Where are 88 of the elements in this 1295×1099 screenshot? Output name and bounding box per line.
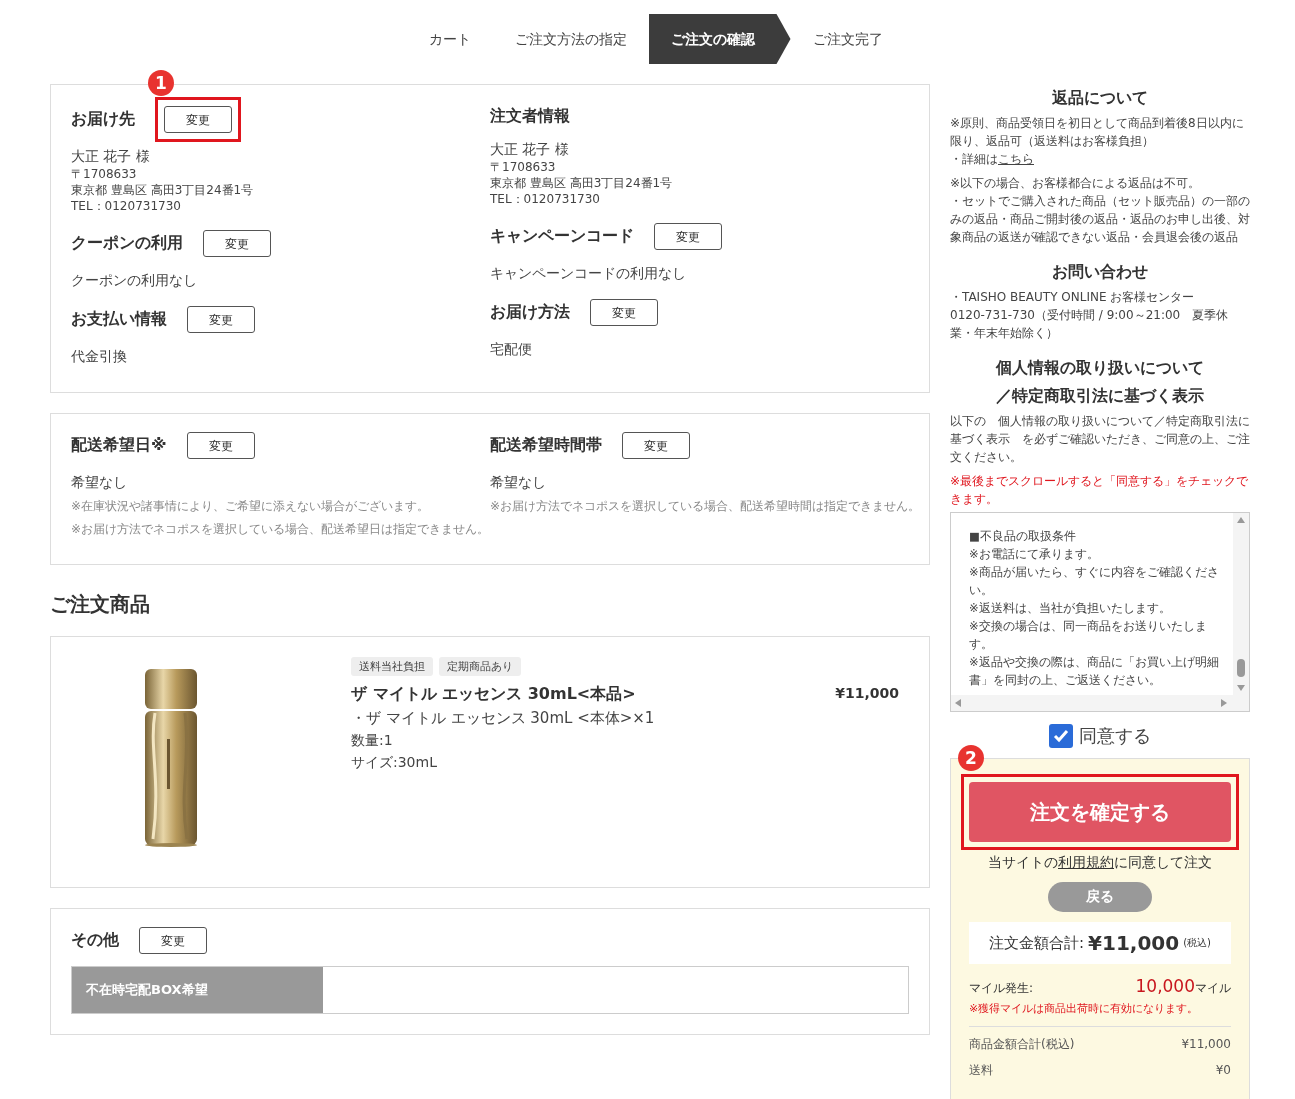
- info-text: 以下の 個人情報の取り扱いについて／特定商取引法に基づく表示 を必ずご確認いただき、ご同意の上、ご注文ください。: [950, 413, 1250, 466]
- change-button[interactable]: 変更: [164, 106, 232, 133]
- section-title: その他: [71, 930, 119, 951]
- terms-scroll-box[interactable]: ■不良品の取扱条件 ※お電話にて承ります。 ※商品が届いたら、すぐに内容をご確認ください。 ※返送料は、当社が負担いたします。 ※交換の場合は、同一商品をお送りいたします。 ※返品や交換の際は、商品に「お買い上げ明細書」を同封の上、ご返送ください。: [950, 512, 1250, 712]
- info-text: 大正 花子 様: [71, 148, 151, 166]
- section-heading: 個人情報の取り扱いについて: [994, 357, 1205, 379]
- section-heading: 返品について: [1051, 87, 1149, 109]
- section-title: お届け方法: [490, 301, 570, 323]
- section-heading: ／特定商取引法に基づく表示: [995, 385, 1205, 407]
- terms-link[interactable]: 利用規約: [1058, 854, 1114, 870]
- info-text: 0120-731-730（受付時間 / 9:00～21:00 夏季休業・年末年始除く）: [950, 307, 1230, 342]
- section-title: お届け先: [71, 109, 135, 130]
- step-tab[interactable]: ご注文の確認: [648, 14, 791, 64]
- info-text: ※以下の場合、お客様都合による返品は不可。: [950, 175, 1202, 192]
- change-button[interactable]: 変更: [622, 431, 690, 459]
- info-text: 希望なし: [490, 474, 547, 492]
- terms-text: ※返品や交換の際は、商品に「お買い上げ明細書」を同封の上、ご返送ください。: [969, 654, 1220, 689]
- info-text: 宅配便: [490, 341, 533, 359]
- change-button[interactable]: 変更: [187, 305, 255, 333]
- info-text: 〒1708633: [490, 159, 557, 175]
- info-text: ・セットでご購入された商品（セット販売品）の一部のみの返品・商品ご開封後の返品・返品のお申し出後、対象商品の返送が確認できない返品・会員退会後の返品: [950, 193, 1250, 246]
- product-detail: ・ザ マイトル エッセンス 30mL <本体>×1: [351, 709, 655, 728]
- change-button[interactable]: 変更: [203, 229, 271, 257]
- terms-text: に同意して注文: [1114, 854, 1212, 870]
- section-title: 配送希望日※: [71, 434, 167, 456]
- info-text: TEL：0120731730: [490, 191, 601, 207]
- terms-text: ※返送料は、当社が負担いたします。: [969, 600, 1172, 617]
- change-button[interactable]: 変更: [590, 298, 658, 326]
- terms-text: ※交換の場合は、同一商品をお送りいたします。: [969, 618, 1208, 653]
- product-price: ¥11,000: [835, 685, 899, 701]
- info-text: 東京都 豊島区 高田3丁目24番1号: [490, 175, 674, 191]
- summary-value: ¥11,000: [1181, 1036, 1231, 1053]
- product-tag: 定期商品あり: [439, 657, 521, 676]
- info-text: 東京都 豊島区 高田3丁目24番1号: [71, 182, 255, 198]
- terms-text: 当サイトの: [988, 854, 1058, 870]
- total-label: 注文金額合計:: [989, 933, 1085, 953]
- warning-text: ※最後までスクロールすると「同意する」をチェックできます。: [950, 473, 1250, 508]
- section-title: キャンペーンコード: [490, 225, 634, 247]
- miles-amount: 10,000: [1135, 976, 1195, 996]
- product-quantity: 数量:1: [351, 732, 394, 750]
- info-text: TEL：0120731730: [71, 198, 182, 214]
- product-tag: 送料当社負担: [351, 657, 433, 676]
- terms-text: ※お電話にて承ります。: [969, 546, 1100, 563]
- section-heading: ご注文商品: [50, 591, 151, 618]
- step-marker: 1: [148, 70, 174, 96]
- step-tab[interactable]: カート: [406, 14, 493, 64]
- change-button[interactable]: 変更: [654, 222, 722, 250]
- check-icon: [1052, 727, 1070, 745]
- summary-label: 商品金額合計(税込): [969, 1036, 1075, 1053]
- confirm-order-button[interactable]: 注文を確定する: [969, 782, 1231, 842]
- miles-note: ※獲得マイルは商品出荷時に有効になります。: [969, 1001, 1200, 1016]
- note-text: ※お届け方法でネコポスを選択している場合、配送希望時間は指定できません。: [490, 498, 921, 515]
- change-button[interactable]: 変更: [139, 927, 207, 954]
- info-text: 希望なし: [71, 474, 128, 492]
- info-text: ※原則、商品受領日を初日として商品到着後8日以内に限り、返品可（返送料はお客様負担）: [950, 115, 1245, 150]
- info-text: キャンペーンコードの利用なし: [490, 265, 687, 283]
- tax-note: (税込): [1183, 936, 1211, 950]
- product-size: サイズ:30mL: [351, 754, 438, 772]
- checkbox-label: 同意する: [1079, 727, 1151, 745]
- section-heading: お問い合わせ: [1051, 261, 1149, 283]
- info-text: ・TAISHO BEAUTY ONLINE お客様センター: [950, 289, 1196, 306]
- note-text: ※在庫状況や諸事情により、ご希望に添えない場合がございます。: [71, 498, 431, 515]
- note-text: ※お届け方法でネコポスを選択している場合、配送希望日は指定できません。: [71, 521, 490, 538]
- info-text: 代金引換: [71, 348, 128, 366]
- section-title: 注文者情報: [490, 105, 570, 127]
- info-text: ・詳細は: [950, 152, 998, 166]
- details-link[interactable]: こちら: [998, 152, 1034, 166]
- info-text: クーポンの利用なし: [71, 272, 198, 290]
- total-amount: ¥11,000: [1088, 931, 1180, 955]
- section-title: クーポンの利用: [71, 232, 183, 254]
- summary-value: ¥0: [1215, 1062, 1231, 1079]
- terms-text: ■不良品の取扱条件: [969, 528, 1077, 545]
- product-name: ザ マイトル エッセンス 30mL<本品>: [351, 684, 637, 705]
- info-text: 大正 花子 様: [490, 141, 570, 159]
- section-title: 配送希望時間帯: [490, 434, 602, 456]
- horizontal-scrollbar[interactable]: [951, 695, 1249, 711]
- info-text: 〒1708633: [71, 166, 138, 182]
- step-tab[interactable]: ご注文完了: [790, 14, 905, 64]
- vertical-scrollbar[interactable]: [1233, 513, 1249, 695]
- change-button[interactable]: 変更: [186, 431, 255, 459]
- terms-text: ※商品が届いたら、すぐに内容をご確認ください。: [969, 564, 1220, 599]
- miles-unit: マイル: [1195, 981, 1231, 995]
- step-marker: 2: [958, 745, 984, 771]
- summary-label: 送料: [969, 1062, 993, 1079]
- miles-label: マイル発生:: [969, 980, 1034, 997]
- section-title: お支払い情報: [71, 308, 167, 330]
- agree-checkbox[interactable]: [1049, 724, 1073, 748]
- step-tab[interactable]: ご注文方法の指定: [492, 14, 649, 64]
